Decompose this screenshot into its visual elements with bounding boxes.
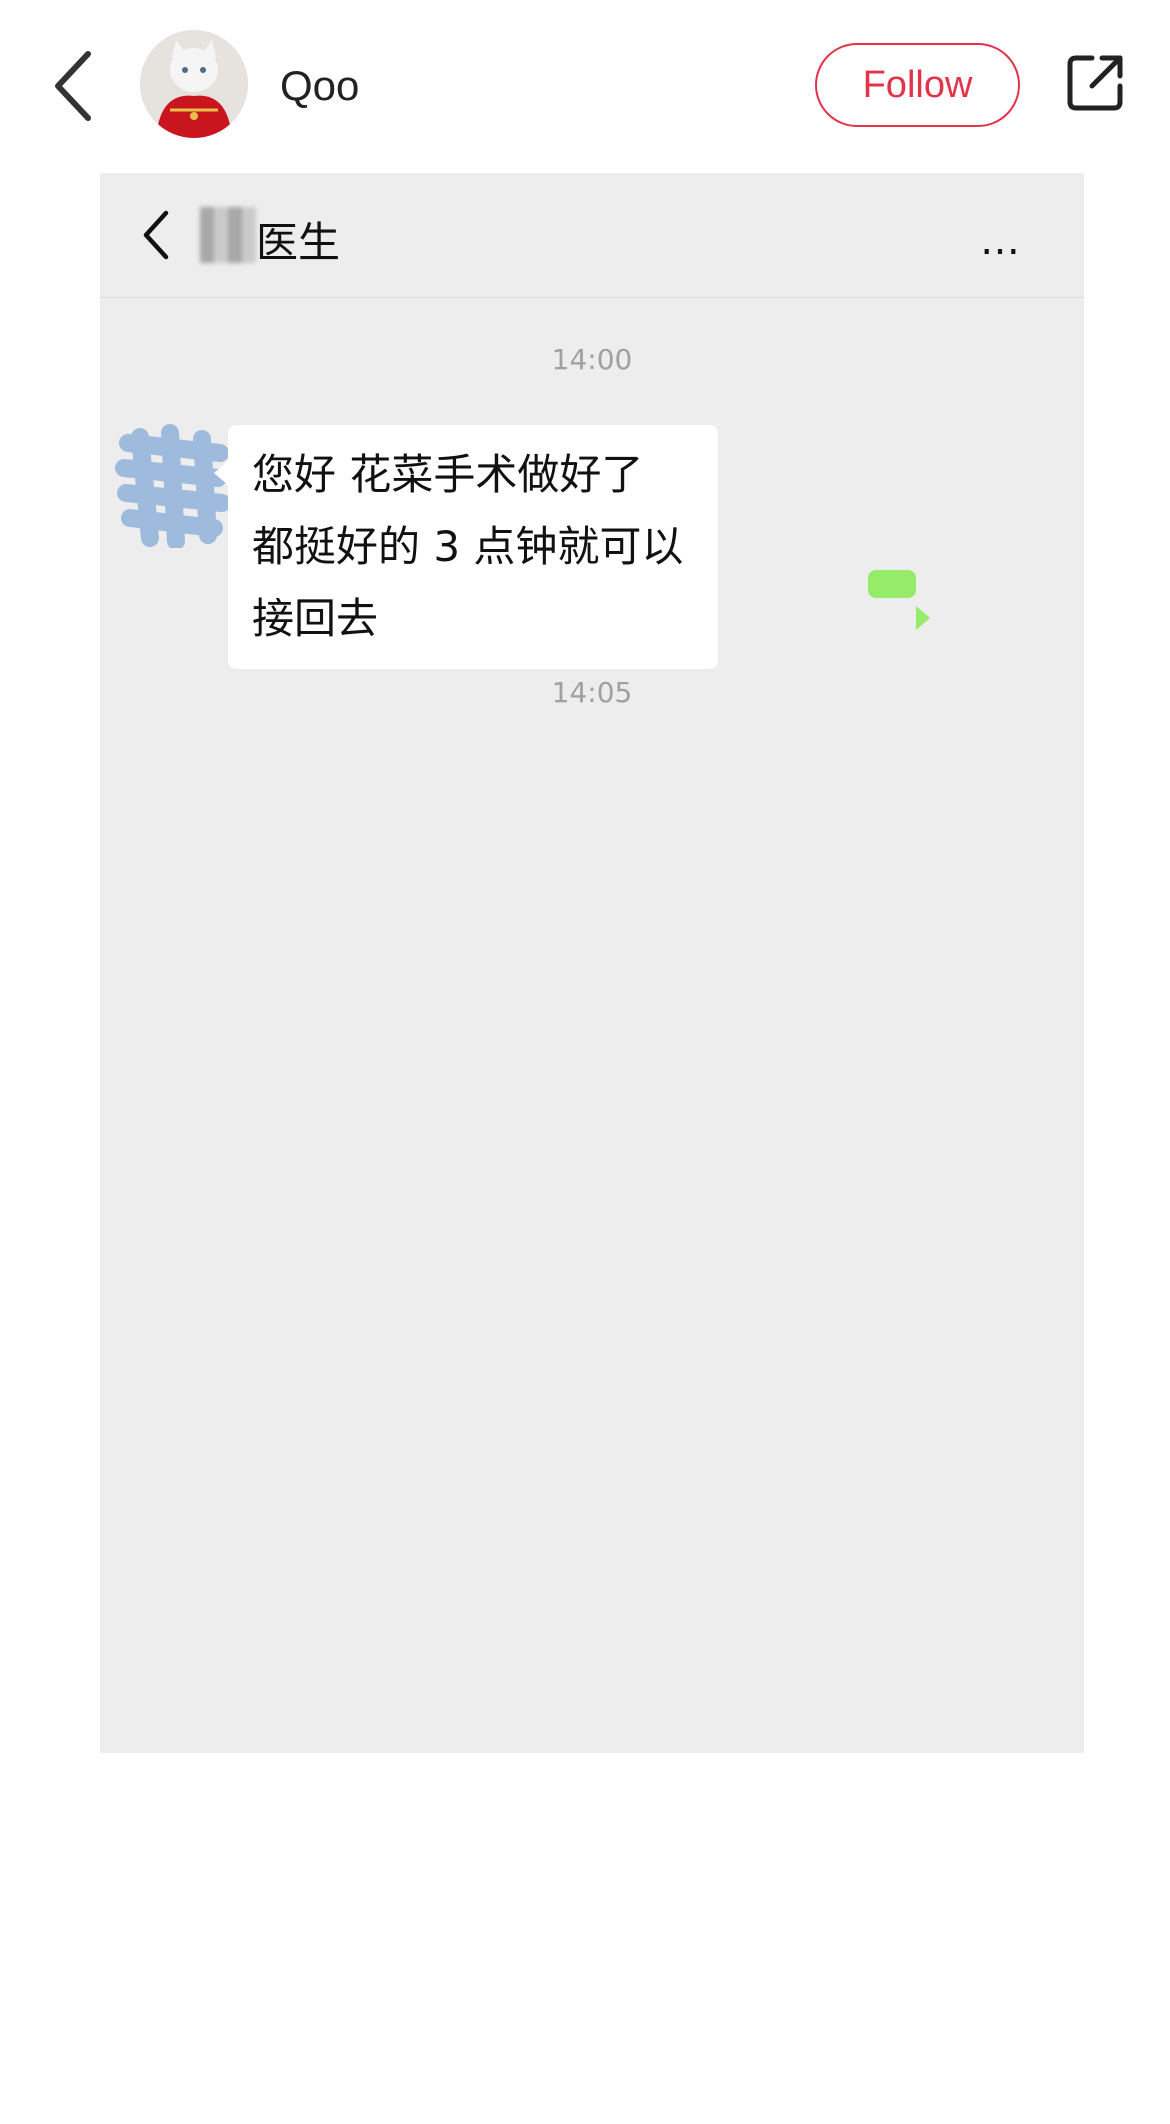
message-bubble-me [868, 570, 930, 630]
chat-title: 医生 [256, 218, 341, 267]
timestamp: 14:05 [551, 676, 633, 709]
follow-button[interactable]: Follow [815, 43, 1020, 127]
chat-back-icon [143, 210, 169, 260]
share-icon[interactable] [1062, 50, 1128, 116]
author-avatar[interactable] [140, 30, 248, 138]
author-name[interactable]: Qoo [280, 62, 359, 110]
timestamp: 14:00 [551, 343, 633, 376]
blurred-name [200, 207, 256, 263]
post-image-chat-screenshot[interactable]: 医生 … 14:00 您好 花菜手术做好了 都挺好的 3 点钟就可以接回去 14… [100, 173, 1084, 1753]
chat-header: 医生 … [100, 173, 1084, 298]
doctor-avatar-blurred [115, 424, 231, 548]
back-arrow-icon[interactable] [50, 48, 100, 124]
message-text: 您好 花菜手术做好了 都挺好的 3 点钟就可以接回去 [252, 450, 684, 643]
more-icon: … [980, 218, 1022, 264]
top-bar: Qoo Follow [0, 0, 1170, 170]
message-bubble-doctor: 您好 花菜手术做好了 都挺好的 3 点钟就可以接回去 [214, 425, 718, 669]
